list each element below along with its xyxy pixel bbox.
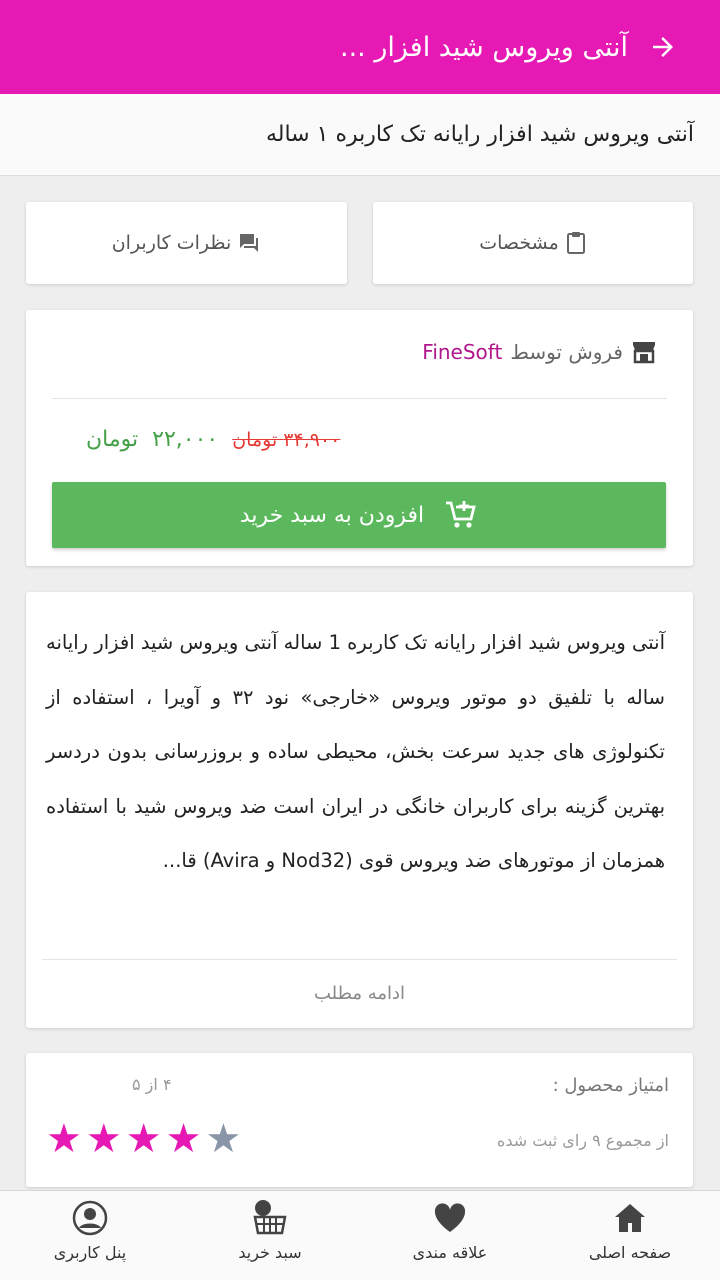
rating-score: ۴ از ۵: [132, 1075, 172, 1094]
rating-count: از مجموع ۹ رای ثبت شده: [496, 1131, 669, 1150]
comments-icon: [240, 234, 259, 252]
add-to-cart-button[interactable]: افزودن به سبد خرید: [52, 482, 666, 548]
shopping-basket-icon: [253, 1200, 287, 1235]
nav-profile[interactable]: پنل کاربری: [0, 1191, 180, 1280]
price-row: ۳۴,۹۰۰ تومان ۲۲,۰۰۰ تومان: [86, 427, 340, 452]
clipboard-icon: [566, 232, 585, 254]
user-icon: [72, 1200, 108, 1236]
star-filled-icon: ★: [85, 1116, 122, 1162]
heart-icon: [434, 1203, 466, 1232]
store-icon: [633, 342, 655, 364]
nav-cart-label: سبد خرید: [238, 1243, 302, 1262]
description-card: آنتی ویروس شید افزار رایانه تک کاربره 1 …: [26, 592, 693, 1028]
app-bar: آنتی ویروس شید افزار ...: [0, 0, 720, 94]
read-more-button[interactable]: ادامه مطلب: [26, 958, 693, 1028]
product-title: آنتی ویروس شید افزار رایانه تک کاربره ۱ …: [0, 94, 720, 176]
add-to-cart-label: افزودن به سبد خرید: [239, 502, 425, 528]
rating-card: امتیاز محصول : از مجموع ۹ رای ثبت شده ۴ …: [26, 1053, 693, 1187]
reviews-button[interactable]: نظرات کاربران: [26, 202, 347, 284]
divider: [52, 398, 667, 399]
back-button[interactable]: [646, 30, 680, 64]
nav-favorites-label: علاقه مندی: [412, 1243, 488, 1262]
arrow-right-icon: [653, 37, 673, 57]
nav-profile-label: پنل کاربری: [53, 1243, 127, 1262]
nav-home-label: صفحه اصلی: [588, 1243, 672, 1262]
add-cart-icon: [446, 501, 476, 528]
bottom-navigation: صفحه اصلی علاقه مندی سبد خرید پنل کاربری: [0, 1190, 720, 1280]
rating-label: امتیاز محصول :: [552, 1075, 669, 1096]
specs-button[interactable]: مشخصات: [373, 202, 693, 284]
currency-label: تومان: [86, 427, 139, 452]
star-filled-icon: ★: [125, 1116, 162, 1162]
home-icon: [615, 1204, 645, 1232]
specs-label: مشخصات: [479, 232, 559, 254]
star-filled-icon: ★: [46, 1116, 82, 1162]
description-text: آنتی ویروس شید افزار رایانه تک کاربره 1 …: [46, 631, 666, 872]
seller-prefix: فروش توسط: [510, 340, 623, 364]
new-price: ۲۲,۰۰۰: [152, 427, 219, 452]
page-title: آنتی ویروس شید افزار ...: [340, 31, 628, 63]
nav-cart[interactable]: سبد خرید: [180, 1191, 360, 1280]
seller-name-link[interactable]: FineSoft: [422, 340, 502, 364]
reviews-label: نظرات کاربران: [111, 232, 232, 254]
rating-stars: ★ ★ ★ ★ ★: [46, 1115, 241, 1163]
seller-info: فروش توسط FineSoft: [422, 340, 657, 364]
star-empty-icon: ★: [205, 1116, 242, 1162]
purchase-card: فروش توسط FineSoft ۳۴,۹۰۰ تومان ۲۲,۰۰۰ ت…: [26, 310, 693, 566]
old-price: ۳۴,۹۰۰ تومان: [232, 429, 341, 451]
nav-home[interactable]: صفحه اصلی: [540, 1191, 720, 1280]
nav-favorites[interactable]: علاقه مندی: [360, 1191, 540, 1280]
star-filled-icon: ★: [165, 1116, 202, 1162]
